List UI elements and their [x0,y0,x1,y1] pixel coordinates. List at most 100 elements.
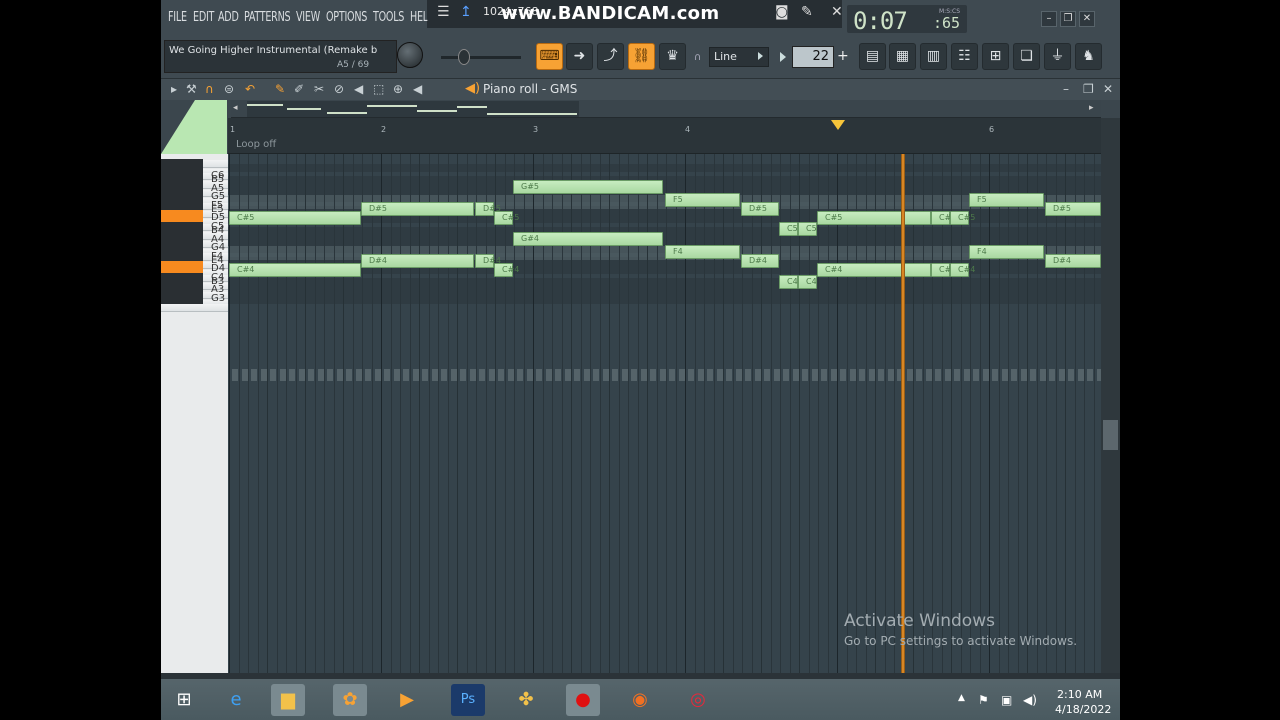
metronome-icon[interactable]: ♛ [659,43,686,70]
pencil-icon[interactable]: ✎ [801,4,813,20]
loop-row[interactable]: Loop off [228,138,1101,154]
pinwheel-icon[interactable]: ✤ [509,684,543,716]
note[interactable]: C#5 [817,210,931,225]
magnet-icon[interactable]: ∩ [205,82,214,96]
wrench-icon[interactable]: ⚒ [186,82,197,96]
note[interactable]: C#5 [494,210,519,225]
network-icon[interactable]: ▣ [1001,693,1012,707]
menu-patterns[interactable]: PATTERNS [244,10,291,25]
note[interactable]: C#5 [931,210,956,225]
windows-start-icon[interactable]: ⊞ [167,684,201,716]
paint-brush-icon[interactable]: ✐ [294,82,304,96]
note[interactable]: D#4 [1045,254,1101,269]
slider-handle[interactable] [458,49,470,65]
menu-view[interactable]: VIEW [296,10,320,25]
note[interactable]: D#5 [361,202,474,217]
typing-keyboard-icon[interactable]: ⌨ [536,43,563,70]
maximize-icon[interactable]: ❐ [1083,82,1094,96]
step-value[interactable]: 22 [792,46,834,68]
pin-icon[interactable]: ↥ [460,4,472,20]
target-control-corner[interactable] [161,100,227,154]
menu-file[interactable]: FILE [168,10,187,25]
note[interactable]: F5 [969,192,1044,207]
note[interactable]: G#5 [513,179,663,194]
note[interactable]: F4 [969,244,1044,259]
menu-add[interactable]: ADD [218,10,239,25]
fl-studio-icon[interactable]: ✿ [333,684,367,716]
media-player-icon[interactable]: ▶ [390,684,424,716]
settings-icon[interactable]: ⊜ [224,82,234,96]
undo-icon[interactable]: ↶ [245,82,255,96]
note[interactable]: C#5 [950,210,975,225]
step-plus[interactable]: + [837,48,849,64]
clock-date[interactable]: 4/18/2022 [1055,703,1111,716]
mute-icon[interactable]: ⊘ [334,82,344,96]
minimize-icon[interactable]: – [1063,82,1069,96]
note[interactable]: F5 [665,192,740,207]
note[interactable]: C#5 [229,210,361,225]
close-icon[interactable]: ✕ [1103,82,1113,96]
plugin-icon[interactable]: ⏚ [1044,43,1071,70]
white-key[interactable] [161,304,228,312]
menu-edit[interactable]: EDIT [193,10,214,25]
playback-icon[interactable]: ◀ [413,82,422,96]
arrow-right-icon[interactable]: ➜ [566,43,593,70]
firefox-icon[interactable]: ◉ [623,684,657,716]
scroll-left-icon[interactable]: ◂ [233,103,238,113]
note[interactable]: D#4 [361,254,474,269]
note[interactable]: C#4 [817,262,931,277]
draw-pencil-icon[interactable]: ✎ [275,82,285,96]
note[interactable]: C#4 [950,262,975,277]
app-icon[interactable]: ◎ [681,684,715,716]
note-grid[interactable]: G#5 F5 F5 D#5 D#5 D#5 D#5 C#5 C#5 C#5 C#5 C#5 C5 C5 G#… [228,154,1101,673]
link-icon[interactable]: ⛓ [628,43,655,70]
camera-icon[interactable]: ◙ [775,4,789,20]
scrollbar-thumb[interactable] [1103,420,1118,450]
note[interactable]: G#4 [513,231,663,246]
mixer-icon[interactable]: ☷ [951,43,978,70]
volume-icon[interactable]: ◀) [1023,693,1037,707]
note[interactable]: D#4 [741,254,779,269]
note[interactable]: C4 [798,274,817,289]
note[interactable]: C5 [779,221,798,236]
channel-rack-icon[interactable]: ▥ [920,43,947,70]
delete-icon[interactable]: ✂ [314,82,324,96]
playhead-marker[interactable] [831,120,845,130]
files-icon[interactable]: ❏ [1013,43,1040,70]
timeline-ruler[interactable]: 1 2 3 4 6 [228,118,1101,138]
file-explorer-icon[interactable]: ▆ [271,684,305,716]
note[interactable]: D#5 [475,202,501,217]
close-icon[interactable]: ✕ [831,4,843,20]
menu-tools[interactable]: TOOLS [373,10,404,25]
user-icon[interactable]: ♞ [1075,43,1102,70]
internet-explorer-icon[interactable]: e [219,684,253,716]
vertical-scrollbar[interactable] [1101,118,1120,673]
flag-icon[interactable]: ⚑ [978,693,989,707]
master-volume-knob[interactable] [397,42,423,68]
master-pitch-slider[interactable] [441,56,521,59]
mute-speaker-icon[interactable]: ◀ [354,82,363,96]
note[interactable]: D#5 [741,202,779,217]
minimize-icon[interactable]: – [1041,11,1057,27]
chevron-right-icon[interactable]: ▸ [171,82,177,96]
piano-roll-icon[interactable]: ▦ [889,43,916,70]
menu-lines-icon[interactable]: ☰ [437,4,450,20]
maximize-icon[interactable]: ❐ [1060,11,1076,27]
menu-help[interactable]: HEL [410,10,428,25]
piano-keyboard[interactable]: C6 B5 A5 G5 F5 E5 D5 C5 B4 A4 G4 F4 E4 D4 C4 B3 A3 G3 [161,154,228,673]
select-icon[interactable]: ⬚ [373,82,384,96]
note[interactable]: C#4 [229,262,361,277]
close-window-icon[interactable]: ✕ [1079,11,1095,27]
browser-icon[interactable]: ⊞ [982,43,1009,70]
note[interactable]: C#4 [494,262,519,277]
speaker-icon[interactable]: ◀) [465,81,480,96]
bandicam-record-icon[interactable]: ● [566,684,600,716]
play-icon[interactable] [780,52,786,62]
note[interactable]: D#4 [475,254,501,269]
scroll-right-icon[interactable]: ▸ [1089,103,1094,113]
photoshop-icon[interactable]: Ps [451,684,485,716]
note[interactable]: F4 [665,244,740,259]
curve-icon[interactable]: ⤴ [597,43,624,70]
zoom-icon[interactable]: ⊕ [393,82,403,96]
note[interactable]: C#4 [931,262,956,277]
